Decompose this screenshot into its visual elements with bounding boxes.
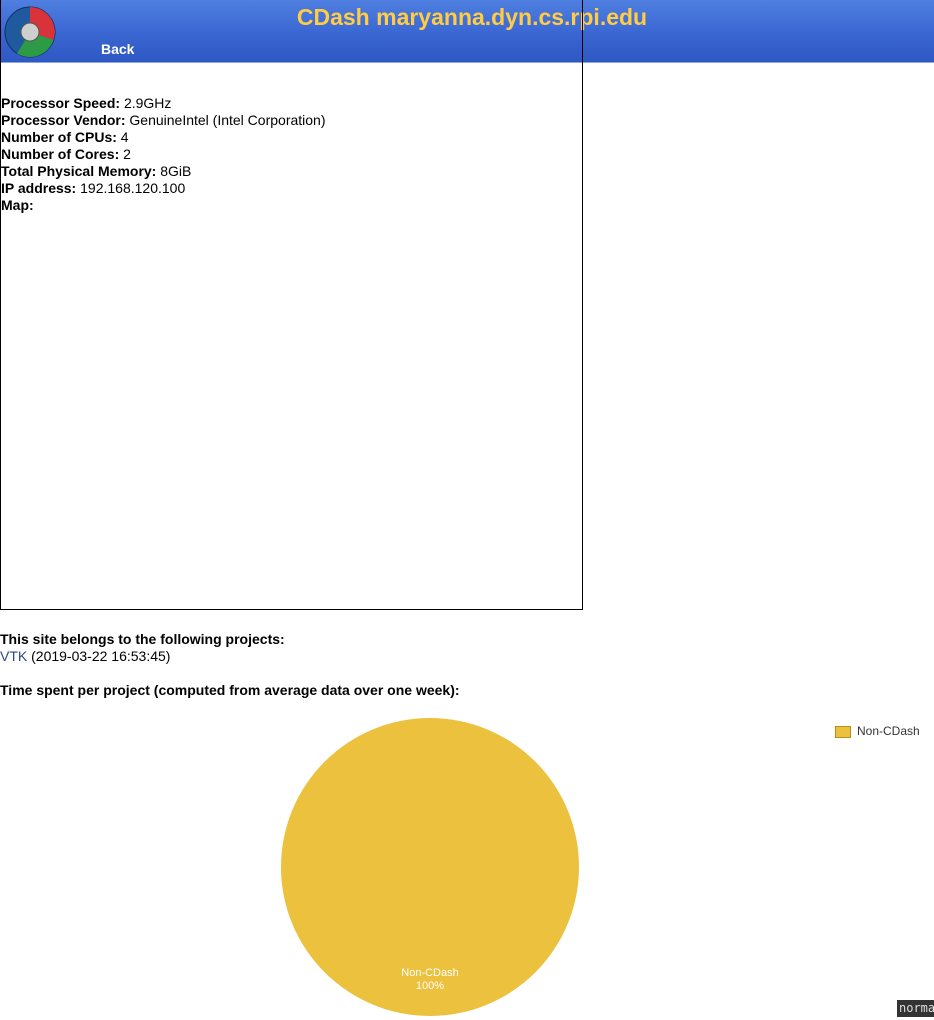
info-row-total-memory: Total Physical Memory: 8GiB [1,163,326,180]
time-spent-heading: Time spent per project (computed from av… [0,682,460,698]
project-date: (2019-03-22 16:53:45) [31,648,171,664]
slice-percent-label: 100% [416,980,444,992]
info-value: GenuineIntel (Intel Corporation) [129,112,326,128]
info-label: Total Physical Memory: [1,163,157,179]
info-label: Map: [1,197,34,213]
info-value: 2.9GHz [123,95,172,111]
projects-section: This site belongs to the following proje… [0,631,285,665]
time-pie-chart: Non-CDash100% [281,718,579,1016]
info-value: 192.168.120.100 [80,180,186,196]
info-row-ip-address: IP address: 192.168.120.100 [1,180,326,197]
info-row-number-of-cpus: Number of CPUs: 4 [1,129,326,146]
legend-label: Non-CDash [857,724,920,738]
info-label: Processor Vendor: [1,112,126,128]
info-label: Processor Speed: [1,95,121,111]
info-row-number-of-cores: Number of Cores: 2 [1,146,326,163]
info-label: IP address: [1,180,77,196]
site-info-panel: Processor Speed: 2.9GHz Processor Vendor… [0,0,583,610]
projects-heading: This site belongs to the following proje… [0,631,285,647]
info-row-processor-vendor: Processor Vendor: GenuineIntel (Intel Co… [1,112,326,129]
info-value: 2 [123,146,131,162]
info-value: 4 [120,129,129,145]
project-link[interactable]: VTK [0,648,27,664]
info-row-processor-speed: Processor Speed: 2.9GHz [1,95,326,112]
info-row-map: Map: [1,197,326,214]
info-value: 8GiB [160,163,192,179]
legend-swatch [835,725,851,738]
chart-legend: Non-CDash [835,724,920,738]
info-label: Number of Cores: [1,146,120,162]
slice-label: Non-CDash [401,967,458,979]
project-list-item: VTK (2019-03-22 16:53:45) [0,648,285,665]
site-info-list: Processor Speed: 2.9GHz Processor Vendor… [1,95,326,214]
status-badge: norma [897,1000,934,1017]
info-label: Number of CPUs: [1,129,117,145]
